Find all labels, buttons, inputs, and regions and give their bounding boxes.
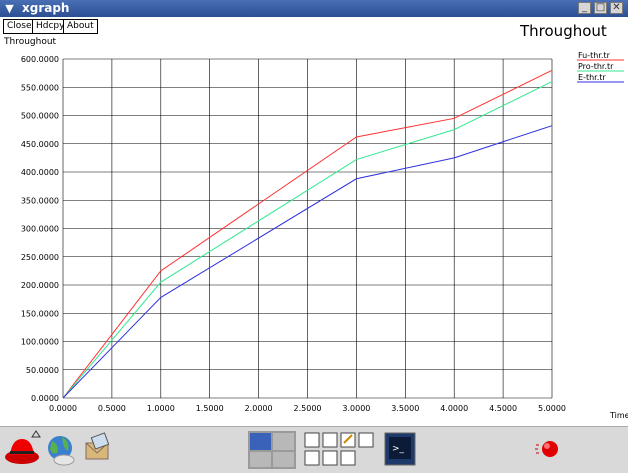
- svg-text:>_: >_: [392, 444, 405, 454]
- x-tick-label: 3.5000: [391, 404, 419, 413]
- x-axis-label: Time: [609, 411, 628, 420]
- y-tick-label: 450.0000: [21, 140, 59, 149]
- taskbar: >_: [0, 426, 628, 473]
- y-tick-label: 0.0000: [31, 394, 59, 403]
- x-tick-label: 0.0000: [49, 404, 77, 413]
- y-tick-label: 600.0000: [21, 55, 59, 64]
- x-tick-label: 2.5000: [294, 404, 322, 413]
- legend-label: Fu-thr.tr: [578, 51, 611, 60]
- x-tick-label: 4.0000: [440, 404, 468, 413]
- x-tick-label: 4.5000: [489, 404, 517, 413]
- y-tick-label: 150.0000: [21, 309, 59, 318]
- desktop-switcher-icon[interactable]: [248, 431, 296, 469]
- y-tick-label: 500.0000: [21, 112, 59, 121]
- x-tick-label: 3.0000: [342, 404, 370, 413]
- x-tick-label: 1.0000: [147, 404, 175, 413]
- y-tick-labels: 0.0000 50.0000 100.0000 150.0000 200.0000 250…: [21, 55, 59, 403]
- legend-label: Pro-thr.tr: [578, 62, 614, 71]
- x-tick-labels: 0.0000 0.5000 1.0000 1.5000 2.0000 2.5000 3.00…: [49, 404, 566, 413]
- y-tick-label: 550.0000: [21, 83, 59, 92]
- y-tick-label: 350.0000: [21, 196, 59, 205]
- x-tick-label: 1.5000: [196, 404, 224, 413]
- alert-icon[interactable]: [535, 441, 558, 457]
- y-tick-label: 300.0000: [21, 225, 59, 234]
- x-tick-label: 5.0000: [538, 404, 566, 413]
- legend-label: E-thr.tr: [578, 73, 606, 82]
- browser-icon[interactable]: [48, 436, 75, 466]
- redhat-icon[interactable]: [5, 430, 41, 464]
- document-icons[interactable]: [304, 432, 374, 466]
- y-tick-label: 100.0000: [21, 338, 59, 347]
- x-tick-label: 0.5000: [98, 404, 126, 413]
- mail-icon[interactable]: [85, 432, 110, 460]
- legend: Fu-thr.tr Pro-thr.tr E-thr.tr: [577, 51, 624, 83]
- chart-area: 0.0000 50.0000 100.0000 150.0000 200.0000 250…: [21, 51, 628, 420]
- terminal-icon[interactable]: >_: [384, 432, 416, 466]
- grid: [62, 58, 553, 399]
- y-tick-label: 50.0000: [26, 366, 59, 375]
- y-tick-label: 200.0000: [21, 281, 59, 290]
- y-tick-label: 250.0000: [21, 253, 59, 262]
- x-tick-label: 2.0000: [245, 404, 273, 413]
- y-tick-label: 400.0000: [21, 168, 59, 177]
